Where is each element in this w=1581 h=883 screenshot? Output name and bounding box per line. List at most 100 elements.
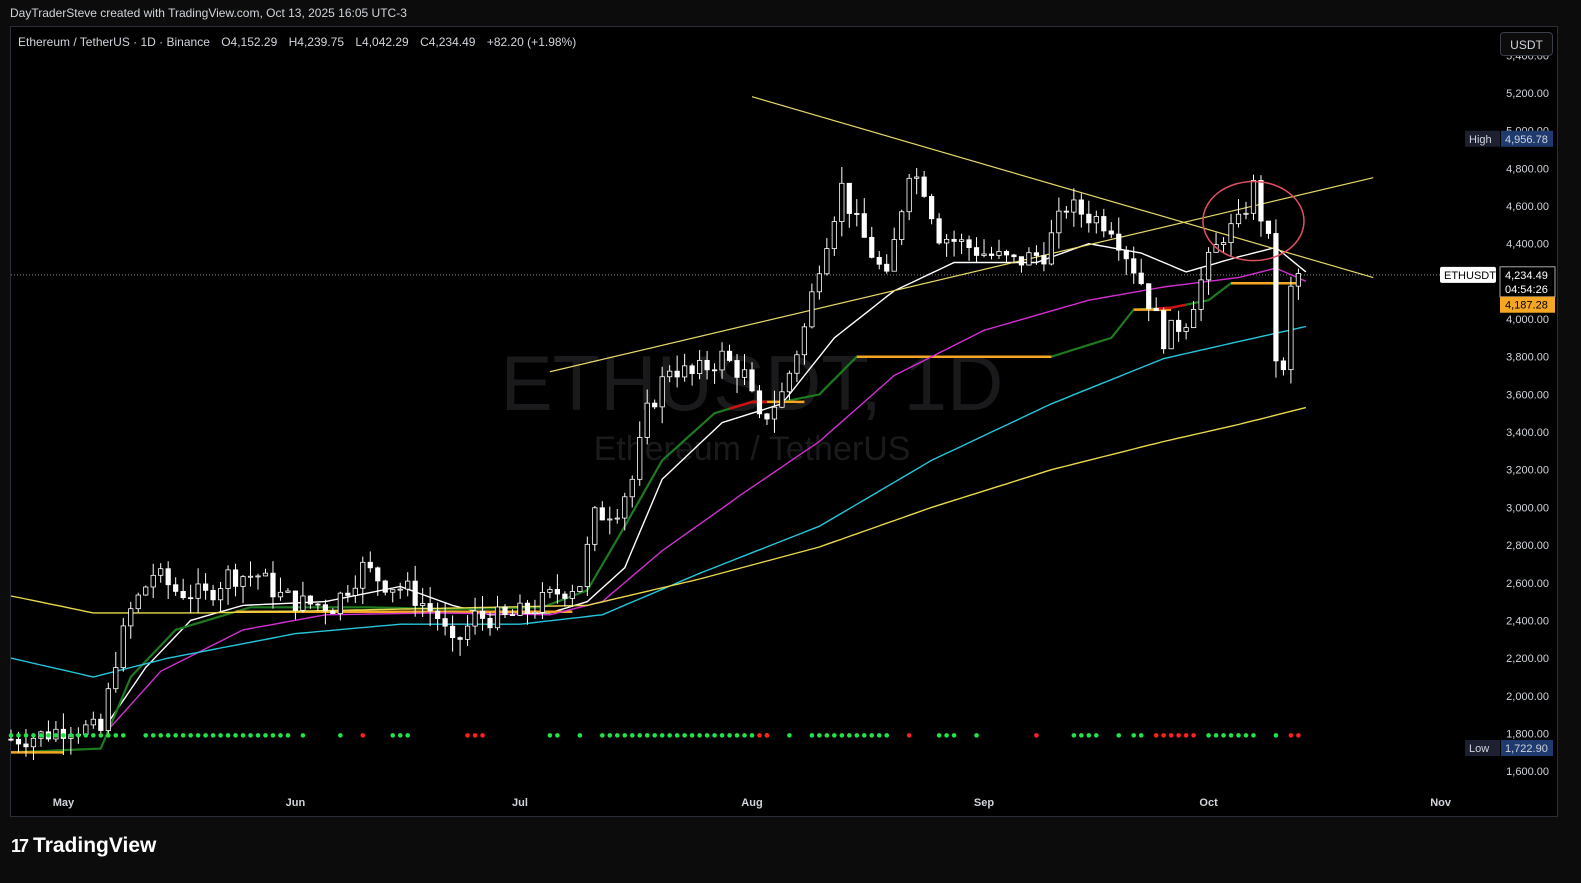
candle-body (831, 221, 837, 249)
currency-button[interactable]: USDT (1500, 32, 1553, 56)
candle-body (337, 592, 343, 614)
candle-body (779, 391, 785, 408)
candle-body (240, 576, 246, 587)
signal-dot-green (1071, 733, 1077, 738)
candle-body (98, 718, 104, 731)
signal-dot-green (38, 733, 44, 738)
candle-body (629, 478, 635, 498)
candle-body (891, 239, 897, 272)
signal-dot-red (1296, 733, 1301, 738)
signal-dot-green (734, 733, 740, 738)
candle-body (996, 251, 1002, 256)
signal-dot-green (689, 733, 695, 738)
signal-dot-green (1243, 733, 1249, 738)
candle-body (607, 518, 613, 521)
price-chart[interactable]: ETHUSDT, 1DEthereum / TetherUS1,600.001,… (0, 0, 1581, 883)
ohlc-high: H4,239.75 (288, 35, 344, 49)
symbol-name[interactable]: Ethereum / TetherUS · 1D · Binance (18, 35, 210, 49)
signal-dot-green (270, 733, 276, 738)
candle-body (764, 413, 770, 420)
candle-body (577, 586, 583, 592)
candle-body (539, 591, 546, 613)
candle-body (1146, 283, 1152, 309)
candle-body (105, 688, 111, 731)
candle-body (494, 606, 501, 629)
candle-body (1108, 230, 1114, 235)
y-tick-label: 3,000.00 (1506, 502, 1549, 514)
candle-body (180, 591, 186, 599)
candle-body (277, 591, 284, 598)
countdown-timer: 04:54:26 (1505, 284, 1548, 296)
candle-body (217, 588, 224, 601)
candle-body (30, 737, 37, 748)
candle-body (1205, 251, 1212, 281)
candle-body (255, 575, 261, 578)
candle-body (1288, 285, 1294, 371)
candle-body (1235, 213, 1242, 225)
candle-body (786, 372, 793, 393)
candle-body (1071, 199, 1077, 213)
candle-body (929, 196, 935, 220)
signal-dot-green (839, 733, 845, 738)
candle-body (1228, 223, 1234, 243)
candle-body (1295, 273, 1301, 287)
ma-white-line (107, 242, 1307, 723)
candle-body (547, 589, 553, 593)
signal-dot-green (951, 733, 957, 738)
y-tick-label: 2,800.00 (1506, 540, 1549, 552)
signal-dot-green (787, 733, 792, 738)
candle-body (644, 402, 650, 438)
signal-dot-green (674, 733, 680, 738)
signal-dot-green (1116, 733, 1122, 738)
candle-body (300, 595, 306, 611)
y-tick-label: 4,800.00 (1506, 163, 1549, 175)
signal-dot-green (884, 733, 890, 738)
candle-body (225, 569, 231, 589)
candle-body (487, 618, 493, 629)
candle-body (1258, 180, 1264, 222)
candle-body (143, 586, 149, 596)
candle-body (846, 182, 852, 214)
candle-body (1093, 216, 1099, 224)
signal-dot-green (832, 733, 837, 738)
candle-body (951, 238, 957, 242)
candle-body (824, 248, 830, 275)
candle-body (554, 589, 560, 595)
candle-body (412, 580, 418, 606)
candle-body (682, 365, 688, 378)
candle-body (652, 402, 658, 408)
candle-body (734, 360, 740, 378)
candle-body (285, 590, 291, 593)
signal-dot-red (1183, 733, 1189, 738)
candle-body (502, 606, 508, 615)
candle-body (479, 610, 486, 619)
candle-body (973, 247, 980, 256)
y-tick-label: 4,600.00 (1506, 201, 1549, 213)
candle-body (749, 369, 755, 392)
signal-dot-green (1221, 733, 1226, 738)
candle-body (457, 637, 463, 640)
candle-body (921, 176, 927, 197)
candle-body (270, 572, 276, 598)
signal-dot-red (1168, 733, 1174, 738)
signal-dot-green (106, 733, 111, 738)
signal-dot-green (165, 733, 171, 738)
candle-body (1198, 279, 1204, 310)
y-tick-label: 3,400.00 (1506, 427, 1549, 439)
candle-body (307, 595, 313, 605)
candle-body (345, 592, 351, 596)
candle-body (1153, 308, 1159, 312)
y-tick-label: 2,400.00 (1506, 615, 1549, 627)
candle-body (599, 507, 605, 521)
candle-body (816, 273, 822, 293)
x-tick-label-may: May (53, 797, 75, 809)
candle-body (1011, 254, 1017, 258)
signal-dot-green (719, 733, 725, 738)
candle-body (532, 611, 538, 614)
candle-body (435, 610, 441, 619)
signal-dot-green (98, 733, 104, 738)
candle-body (367, 561, 373, 569)
candle-body (569, 591, 575, 599)
signal-dot-green (53, 733, 59, 738)
signal-dot-green (338, 733, 343, 738)
